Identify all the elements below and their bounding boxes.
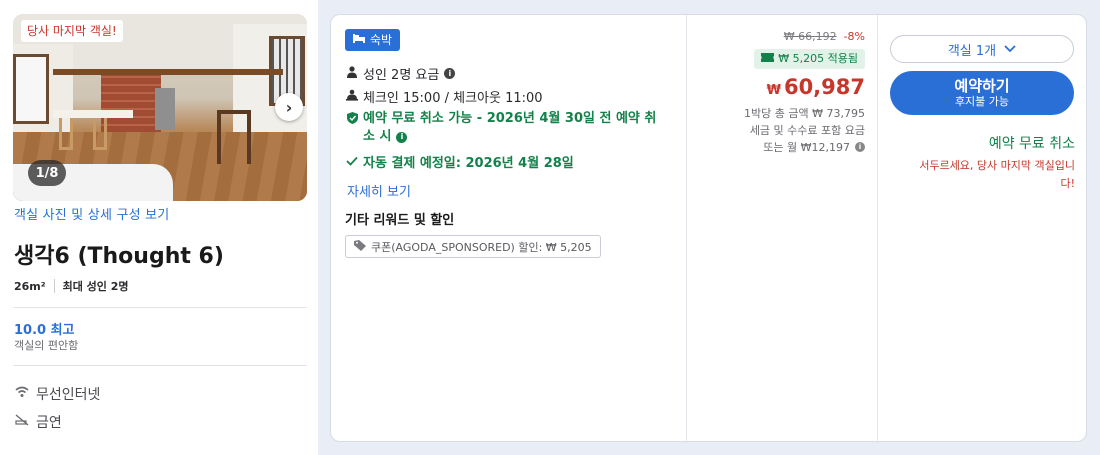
last-room-warning-1: 서두르세요, 당사 마지막 객실입니 (919, 159, 1075, 172)
room-count-label: 객실 1개 (947, 43, 997, 59)
chevron-right-icon: › (285, 97, 293, 117)
price-panel: ₩ 66,192 -8% ₩ 5,205 적용됨 ₩ 60,987 1박당 총 … (686, 15, 877, 443)
room-listing: 당사 마지막 객실! › 1/8 객실 사진 및 상세 구성 보기 생각6 (T… (0, 0, 1100, 455)
monthly-price-row: 또는 월 ₩12,197 i (763, 139, 865, 155)
last-room-badge: 당사 마지막 객실! (21, 20, 123, 42)
photo-counter: 1/8 (28, 160, 66, 186)
room-info-panel: 당사 마지막 객실! › 1/8 객실 사진 및 상세 구성 보기 생각6 (T… (0, 0, 318, 455)
old-price: ₩ 66,192 (783, 30, 837, 43)
info-icon[interactable]: i (396, 131, 408, 143)
coupon-applied-badge: ₩ 5,205 적용됨 (754, 49, 865, 69)
coupon-text: 쿠폰(AGODA_SPONSORED) 할인: ₩ 5,205 (371, 240, 592, 254)
adult-rate-text: 성인 2명 요금 (363, 68, 440, 83)
last-room-warning-2: 다! (1060, 177, 1075, 190)
adult-rate-row: 성인 2명 요금 i (345, 64, 456, 83)
info-icon[interactable]: i (444, 68, 456, 79)
chevron-down-icon (1004, 42, 1016, 56)
comfort-score: 10.0 최고 (14, 323, 75, 338)
comfort-score-label: 객실의 편안함 (14, 339, 79, 352)
stay-tag-label: 숙박 (370, 33, 393, 47)
amenity-no-smoking: 금연 (14, 412, 62, 432)
auto-pay-text: 자동 결제 예정일: 2026년 4월 28일 (363, 156, 574, 171)
divider (13, 307, 307, 308)
coupon-badge: 쿠폰(AGODA_SPONSORED) 할인: ₩ 5,205 (345, 235, 601, 258)
room-meta: 26m² 최대 성인 2명 (14, 278, 129, 294)
free-cancel-text-2: 소 시 (363, 129, 392, 144)
amenity-wifi: 무선인터넷 (14, 384, 100, 404)
free-cancel-row: 예약 무료 취소 가능 - 2026년 4월 30일 전 예약 취 소 시 i (345, 110, 656, 146)
page-background-edge (1092, 0, 1100, 455)
amenity-label: 금연 (36, 415, 62, 431)
old-price-row: ₩ 66,192 -8% (784, 30, 865, 43)
shield-check-icon (345, 112, 359, 127)
amenity-label: 무선인터넷 (36, 387, 101, 403)
booking-panel: 객실 1개 예약하기 후지불 가능 예약 무료 취소 서두르세요, 당사 마지막… (878, 15, 1087, 443)
pay-later-label: 후지불 가능 (954, 95, 1010, 108)
current-price-value: 60,987 (783, 75, 865, 99)
details-link[interactable]: 자세히 보기 (347, 181, 411, 200)
book-button-label: 예약하기 (954, 77, 1010, 95)
free-cancel-label: 예약 무료 취소 (988, 136, 1075, 152)
offer-card: 숙박 성인 2명 요금 i 체크인 15:00 / 체크아웃 11:00 예약 … (330, 14, 1087, 443)
room-count-select[interactable]: 객실 1개 (890, 35, 1074, 63)
max-guests: 최대 성인 2명 (62, 280, 129, 293)
check-icon (345, 155, 359, 169)
currency-symbol: ₩ (766, 83, 781, 98)
wifi-icon (14, 386, 30, 402)
stay-tag: 숙박 (345, 29, 401, 51)
room-size: 26m² (14, 279, 46, 293)
last-room-warning: 서두르세요, 당사 마지막 객실입니 다! (889, 157, 1075, 193)
concierge-icon (345, 89, 359, 104)
per-night-total: 1박당 총 금액 ₩ 73,795 (744, 107, 865, 120)
rewards-title: 기타 리워드 및 할인 (345, 213, 455, 228)
next-photo-button[interactable]: › (275, 93, 303, 121)
room-title: 생각6 (Thought 6) (14, 244, 224, 269)
checkin-row: 체크인 15:00 / 체크아웃 11:00 (345, 87, 543, 106)
ticket-icon (761, 49, 775, 69)
monthly-price: 또는 월 ₩12,197 (763, 141, 850, 154)
bed-icon (353, 29, 365, 51)
book-button[interactable]: 예약하기 후지불 가능 (890, 71, 1074, 115)
checkin-text: 체크인 15:00 / 체크아웃 11:00 (363, 91, 543, 106)
discount-percent: -8% (843, 30, 865, 43)
divider (13, 365, 307, 366)
free-cancel-text-1: 예약 무료 취소 가능 - 2026년 4월 30일 전 예약 취 (363, 111, 657, 126)
coupon-applied-text: ₩ 5,205 적용됨 (778, 52, 858, 65)
person-icon (345, 66, 359, 81)
room-photos-link[interactable]: 객실 사진 및 상세 구성 보기 (14, 204, 169, 223)
taxes-note: 세금 및 수수료 포함 요금 (749, 124, 865, 137)
auto-pay-row: 자동 결제 예정일: 2026년 4월 28일 (345, 152, 574, 171)
tag-icon (354, 239, 366, 254)
no-smoking-icon (14, 414, 30, 430)
meta-divider (53, 279, 55, 293)
current-price: ₩ 60,987 (767, 75, 865, 99)
info-icon[interactable]: i (855, 142, 865, 152)
